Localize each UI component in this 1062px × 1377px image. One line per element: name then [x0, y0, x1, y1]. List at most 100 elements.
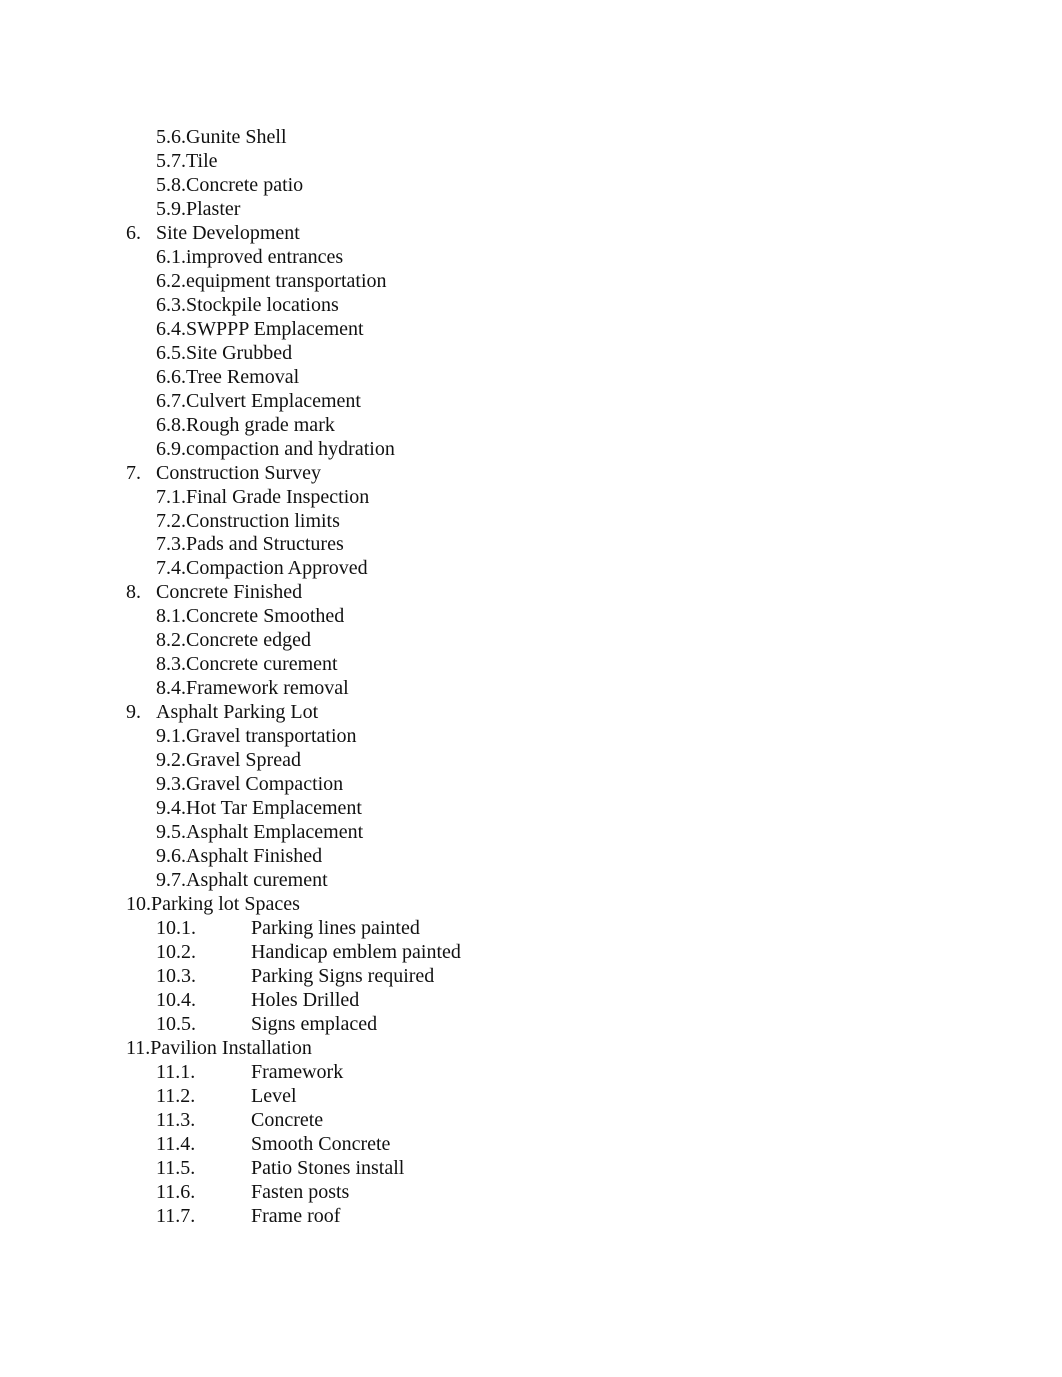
item-number: 11.: [126, 1036, 151, 1059]
item-inline: 6.4.SWPPP Emplacement: [156, 317, 364, 341]
item-number: 5.9.: [156, 197, 186, 220]
item-text: Parking lines painted: [251, 917, 420, 939]
item-text: Gravel Compaction: [186, 773, 344, 796]
item-text: SWPPP Emplacement: [186, 317, 364, 340]
item-text: Site Grubbed: [186, 341, 293, 364]
item-inline: 5.8.Concrete patio: [156, 173, 303, 197]
item-text: Parking lot Spaces: [151, 893, 300, 916]
item-number: 8.4.: [156, 677, 186, 700]
item-number: 9.: [126, 701, 141, 724]
item-inline: 9.1.Gravel transportation: [156, 724, 357, 748]
item-text: Level: [251, 1084, 297, 1107]
item-text: Culvert Emplacement: [186, 389, 361, 412]
item-number: 6.2.: [156, 269, 186, 292]
item-text: Tree Removal: [186, 365, 300, 388]
item-text: Plaster: [186, 197, 241, 220]
item-text: Smooth Concrete: [251, 1132, 391, 1155]
item-inline: 5.9.Plaster: [156, 197, 240, 221]
item-text: Stockpile locations: [186, 293, 339, 316]
item-text: Concrete Smoothed: [186, 605, 345, 628]
item-text: Rough grade mark: [186, 413, 335, 436]
item-text: Asphalt Finished: [186, 845, 323, 868]
item-number: 6.5.: [156, 341, 186, 364]
item-text: Pads and Structures: [186, 533, 344, 556]
item-text: Gravel transportation: [186, 725, 357, 748]
item-inline: 6.3.Stockpile locations: [156, 293, 339, 317]
item-inline: 6.1.improved entrances: [156, 245, 343, 269]
item-text: Hot Tar Emplacement: [186, 797, 362, 820]
item-number: 5.6.: [156, 126, 186, 148]
item-number: 6.3.: [156, 293, 186, 316]
item-inline: 9.3.Gravel Compaction: [156, 772, 343, 796]
item-inline: 7.3.Pads and Structures: [156, 532, 344, 556]
item-number: 9.6.: [156, 845, 186, 868]
item-inline: 8.4.Framework removal: [156, 676, 349, 700]
item-inline: 8.1.Concrete Smoothed: [156, 604, 344, 628]
item-text: Construction limits: [186, 509, 340, 532]
item-number: 9.4.: [156, 797, 186, 820]
item-text: Concrete patio: [186, 173, 304, 196]
item-number: 6.8.: [156, 413, 186, 436]
item-text: Parking Signs required: [251, 964, 435, 987]
item-number: 9.7.: [156, 869, 186, 892]
item-text: Fasten posts: [251, 1180, 350, 1203]
item-text: Gunite Shell: [186, 126, 287, 148]
item-text: Framework removal: [186, 677, 349, 700]
item-inline: 8.3.Concrete curement: [156, 652, 338, 676]
item-inline: 11.Pavilion Installation: [126, 1036, 312, 1060]
item-inline: 7.2.Construction limits: [156, 509, 340, 533]
item-inline: 6.9.compaction and hydration: [156, 437, 395, 461]
item-number: 11.5.: [156, 1156, 196, 1179]
item-number: 11.6.: [156, 1180, 196, 1203]
item-inline: 6.8.Rough grade mark: [156, 413, 335, 437]
item-text: Tile: [186, 149, 218, 172]
item-number: 11.1.: [156, 1060, 196, 1083]
item-number: 8.3.: [156, 653, 186, 676]
item-number: 9.5.: [156, 821, 186, 844]
item-text: Signs emplaced: [251, 1012, 378, 1035]
item-number: 7.3.: [156, 533, 186, 556]
item-number: 6.1.: [156, 245, 186, 268]
item-inline: 5.6.Gunite Shell: [156, 125, 287, 149]
item-text: Asphalt Emplacement: [186, 821, 364, 844]
item-text: Frame roof: [251, 1204, 341, 1227]
item-number: 8.2.: [156, 629, 186, 652]
item-inline: 9.5.Asphalt Emplacement: [156, 820, 363, 844]
item-text: Framework: [251, 1060, 344, 1083]
item-text: Concrete: [251, 1108, 324, 1131]
item-number: 6.: [126, 221, 141, 244]
item-number: 6.4.: [156, 317, 186, 340]
item-inline: 6.7.Culvert Emplacement: [156, 389, 361, 413]
item-number: 11.4.: [156, 1132, 196, 1155]
item-text: Handicap emblem painted: [251, 940, 461, 963]
item-number: 9.1.: [156, 725, 186, 748]
item-inline: 8.2.Concrete edged: [156, 628, 311, 652]
item-text: Pavilion Installation: [150, 1036, 312, 1059]
item-inline: 5.7.Tile: [156, 149, 218, 173]
item-text: Concrete Finished: [156, 581, 303, 604]
item-number: 5.7.: [156, 149, 186, 172]
item-number: 6.9.: [156, 437, 186, 460]
item-number: 9.2.: [156, 749, 186, 772]
item-text: Asphalt curement: [186, 869, 328, 892]
item-number: 10.5.: [156, 1012, 196, 1035]
item-number: 5.8.: [156, 173, 186, 196]
item-number: 7.: [126, 461, 141, 484]
item-inline: 6.2.equipment transportation: [156, 269, 387, 293]
item-text: Gravel Spread: [186, 749, 301, 772]
item-number: 9.3.: [156, 773, 186, 796]
item-number: 6.6.: [156, 365, 186, 388]
item-text: improved entrances: [186, 245, 344, 268]
item-number: 8.1.: [156, 605, 186, 628]
item-number: 7.1.: [156, 485, 186, 508]
item-number: 6.7.: [156, 389, 186, 412]
item-text: Construction Survey: [156, 461, 321, 484]
item-text: Compaction Approved: [186, 557, 368, 580]
item-number: 7.2.: [156, 509, 186, 532]
item-text: Concrete edged: [186, 629, 311, 652]
item-inline: 9.6.Asphalt Finished: [156, 844, 322, 868]
item-text: Asphalt Parking Lot: [156, 701, 319, 724]
item-inline: 7.4.Compaction Approved: [156, 556, 368, 580]
item-text: equipment transportation: [186, 269, 387, 292]
item-number: 11.2.: [156, 1084, 196, 1107]
